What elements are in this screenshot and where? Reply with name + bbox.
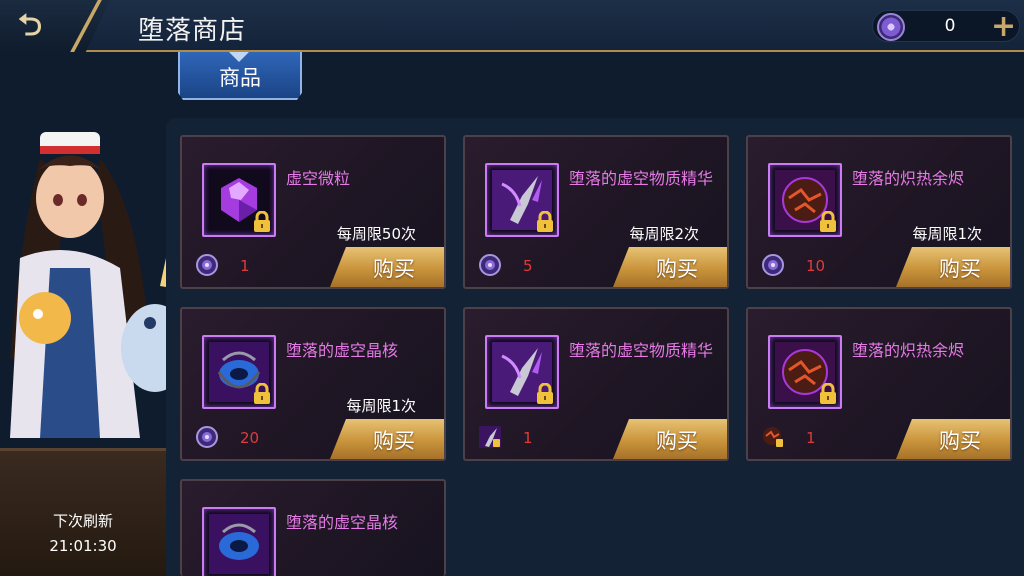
buy-button[interactable]: 购买: [613, 419, 727, 459]
item-icon-frame: [202, 507, 276, 576]
void-particle-icon: [479, 254, 501, 276]
item-cost: 10: [806, 257, 826, 275]
shop-item-card[interactable]: 堕落的虚空物质精华 1 购买: [463, 307, 729, 461]
back-arrow-icon: ⮌: [18, 8, 43, 43]
void-particle-icon: [196, 426, 218, 448]
void-particle-icon: [762, 254, 784, 276]
page-title: 堕落商店: [138, 16, 247, 46]
shop-item-card[interactable]: 堕落的炽热余烬 1 购买: [746, 307, 1012, 461]
shop-item-card[interactable]: 虚空微粒 每周限50次 1 购买: [180, 135, 446, 289]
item-icon-frame: [202, 335, 276, 409]
buy-button-label: 购买: [939, 257, 981, 281]
item-purchase-limit: 每周限1次: [346, 397, 416, 415]
buy-button[interactable]: 购买: [330, 419, 444, 459]
void-particle-icon: [877, 13, 905, 41]
shop-item-card[interactable]: 堕落的虚空晶核 每周限1次 20 购买: [180, 307, 446, 461]
item-cost: 1: [523, 429, 533, 447]
item-cost: 1: [240, 257, 250, 275]
buy-button[interactable]: 购买: [896, 419, 1010, 459]
shop-item-card[interactable]: 堕落的虚空晶核: [180, 479, 446, 576]
buy-button-label: 购买: [373, 429, 415, 453]
ember-orb-icon: [763, 427, 783, 447]
item-name: 堕落的虚空物质精华: [569, 341, 714, 360]
item-cost: 1: [806, 429, 816, 447]
buy-button-label: 购买: [656, 429, 698, 453]
lock-icon: [254, 383, 270, 404]
void-particle-icon: [196, 254, 218, 276]
item-purchase-limit: 每周限1次: [912, 225, 982, 243]
item-icon-frame: [768, 335, 842, 409]
buy-button-label: 购买: [939, 429, 981, 453]
item-purchase-limit: 每周限50次: [336, 225, 416, 243]
lock-icon: [820, 211, 836, 232]
item-icon-frame: [202, 163, 276, 237]
void-claw-icon: [479, 426, 501, 448]
buy-button-label: 购买: [373, 257, 415, 281]
item-icon-frame: [768, 163, 842, 237]
top-bar: ⮌ 堕落商店 0 +: [0, 0, 1024, 52]
lock-icon: [820, 383, 836, 404]
buy-button[interactable]: 购买: [330, 247, 444, 287]
item-purchase-limit: 每周限2次: [629, 225, 699, 243]
add-currency-button[interactable]: +: [991, 9, 1016, 44]
buy-button-label: 购买: [656, 257, 698, 281]
lock-icon: [537, 211, 553, 232]
currency-display: 0 +: [872, 9, 1020, 44]
item-name: 虚空微粒: [286, 169, 351, 188]
item-name: 堕落的虚空物质精华: [569, 169, 714, 188]
tab-goods-label: 商品: [219, 66, 261, 90]
item-name: 堕落的虚空晶核: [286, 513, 399, 532]
currency-value: 0: [944, 16, 956, 36]
shop-item-card[interactable]: 堕落的虚空物质精华 每周限2次 5 购买: [463, 135, 729, 289]
item-name: 堕落的炽热余烬: [852, 341, 965, 360]
item-icon-frame: [485, 335, 559, 409]
shop-item-card[interactable]: 堕落的炽热余烬 每周限1次 10 购买: [746, 135, 1012, 289]
item-name: 堕落的炽热余烬: [852, 169, 965, 188]
refresh-timer: 21:01:30: [49, 537, 117, 555]
buy-button[interactable]: 购买: [896, 247, 1010, 287]
item-cost: 5: [523, 257, 533, 275]
item-icon-frame: [485, 163, 559, 237]
void-core-icon: [209, 514, 269, 574]
item-name: 堕落的虚空晶核: [286, 341, 399, 360]
refresh-label: 下次刷新: [52, 512, 113, 530]
buy-button[interactable]: 购买: [613, 247, 727, 287]
lock-icon: [537, 383, 553, 404]
item-cost: 20: [240, 429, 260, 447]
lock-icon: [254, 211, 270, 232]
